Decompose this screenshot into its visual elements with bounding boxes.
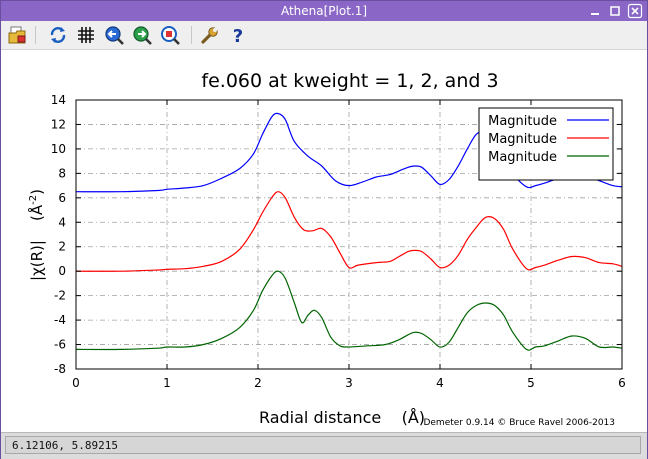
y-tick-label: 2 bbox=[58, 240, 66, 254]
toolbar-separator bbox=[191, 26, 192, 44]
y-tick-label: 0 bbox=[58, 264, 66, 278]
svg-text:?: ? bbox=[233, 26, 243, 46]
cursor-coordinates: 6.12106, 5.89215 bbox=[5, 436, 641, 454]
zoom-reset-icon[interactable] bbox=[159, 24, 181, 46]
y-tick-label: 10 bbox=[51, 142, 66, 156]
chart-title: fe.060 at kweight = 1, 2, and 3 bbox=[201, 70, 498, 92]
zoom-back-icon[interactable] bbox=[103, 24, 125, 46]
legend-label: Magnitude bbox=[488, 132, 557, 147]
toolbar-separator bbox=[35, 26, 36, 44]
x-tick-label: 0 bbox=[72, 376, 80, 390]
y-axis-label-close: ) bbox=[28, 189, 46, 195]
status-bar: 6.12106, 5.89215 bbox=[1, 432, 647, 459]
zoom-forward-icon[interactable] bbox=[131, 24, 153, 46]
y-tick-label: 4 bbox=[58, 215, 66, 229]
y-tick-label: 14 bbox=[51, 93, 66, 107]
y-axis-label-exponent: -2 bbox=[28, 195, 39, 205]
window-controls bbox=[587, 3, 643, 19]
help-icon[interactable]: ? bbox=[227, 24, 249, 46]
x-axis-label: Radial distance (Å) bbox=[259, 408, 425, 427]
y-axis-label: |χ(R)| (Å-2) bbox=[27, 189, 46, 281]
plot-area: fe.060 at kweight = 1, 2, and 3 0123456-… bbox=[1, 50, 647, 432]
y-axis-label-main: |χ(R)| (Å bbox=[27, 204, 46, 281]
y-tick-label: -4 bbox=[54, 313, 66, 327]
x-tick-label: 4 bbox=[436, 376, 444, 390]
y-tick-label: -2 bbox=[54, 289, 66, 303]
y-axis-label-group: |χ(R)| (Å-2) bbox=[27, 189, 46, 281]
x-tick-label: 1 bbox=[163, 376, 171, 390]
y-tick-label: -6 bbox=[54, 338, 66, 352]
x-tick-label: 2 bbox=[254, 376, 262, 390]
minimize-icon[interactable] bbox=[587, 3, 603, 19]
legend-label: Magnitude bbox=[488, 150, 557, 165]
y-tick-label: 8 bbox=[58, 166, 66, 180]
x-tick-label: 3 bbox=[345, 376, 353, 390]
chart: fe.060 at kweight = 1, 2, and 3 0 1 2 3 4 5 6-… bbox=[27, 70, 626, 428]
x-tick-label: 6 bbox=[618, 376, 626, 390]
y-tick-label: 6 bbox=[58, 191, 66, 205]
y-tick-label: -8 bbox=[54, 362, 66, 376]
close-icon[interactable] bbox=[627, 3, 643, 19]
legend-label: Magnitude bbox=[488, 114, 557, 129]
refresh-icon[interactable] bbox=[47, 24, 69, 46]
plot-window: Athena[Plot.1] ? fe.060 at kweight = 1, … bbox=[0, 0, 648, 459]
toolbar: ? bbox=[1, 21, 647, 50]
open-folder-icon[interactable] bbox=[7, 24, 29, 46]
x-tick-label: 5 bbox=[527, 376, 535, 390]
grid-icon[interactable] bbox=[75, 24, 97, 46]
y-tick-label: 12 bbox=[51, 117, 66, 131]
legend: Magnitude Magnitude Magnitude bbox=[478, 107, 614, 181]
title-bar[interactable]: Athena[Plot.1] bbox=[1, 1, 647, 21]
wrench-icon[interactable] bbox=[199, 24, 221, 46]
window-title: Athena[Plot.1] bbox=[280, 4, 368, 18]
credit-text: Demeter 0.9.14 © Bruce Ravel 2006-2013 bbox=[423, 418, 615, 428]
maximize-icon[interactable] bbox=[607, 3, 623, 19]
